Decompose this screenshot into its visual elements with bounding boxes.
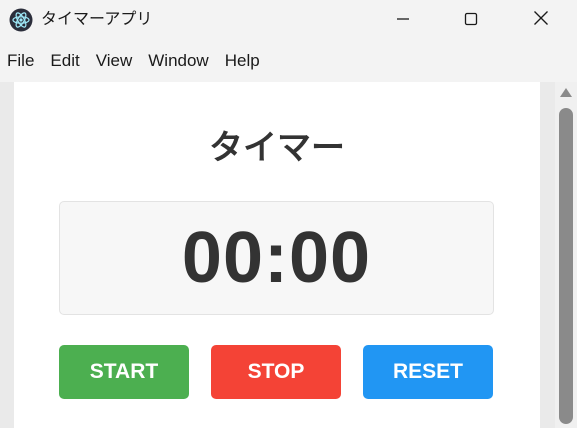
start-button[interactable]: START <box>59 345 189 399</box>
title-bar[interactable]: タイマーアプリ <box>0 0 577 40</box>
close-button[interactable] <box>506 0 576 40</box>
reset-button[interactable]: RESET <box>363 345 493 399</box>
menu-view[interactable]: View <box>88 40 141 82</box>
content-area: タイマー 00:00 START STOP RESET <box>0 82 555 428</box>
stop-button[interactable]: STOP <box>211 345 341 399</box>
app-window: タイマーアプリ File Edit View Window Help タイマー <box>0 0 577 428</box>
timer-display: 00:00 <box>59 201 494 315</box>
maximize-button[interactable] <box>436 0 506 40</box>
minimize-button[interactable] <box>368 0 438 40</box>
maximize-icon <box>464 11 478 30</box>
timer-card: タイマー 00:00 START STOP RESET <box>14 82 540 428</box>
timer-time: 00:00 <box>181 218 372 298</box>
electron-app-icon <box>9 8 33 32</box>
page-title: タイマー <box>209 128 345 168</box>
menu-edit[interactable]: Edit <box>42 40 87 82</box>
menu-file[interactable]: File <box>0 40 42 82</box>
vertical-scrollbar[interactable] <box>555 82 577 428</box>
window-title: タイマーアプリ <box>41 9 153 28</box>
scrollbar-thumb[interactable] <box>559 108 573 424</box>
menu-window[interactable]: Window <box>140 40 216 82</box>
scroll-up-arrow-icon[interactable] <box>560 88 572 97</box>
menu-bar: File Edit View Window Help <box>0 40 577 82</box>
close-icon <box>533 10 549 30</box>
menu-help[interactable]: Help <box>217 40 268 82</box>
minimize-icon <box>396 11 410 30</box>
